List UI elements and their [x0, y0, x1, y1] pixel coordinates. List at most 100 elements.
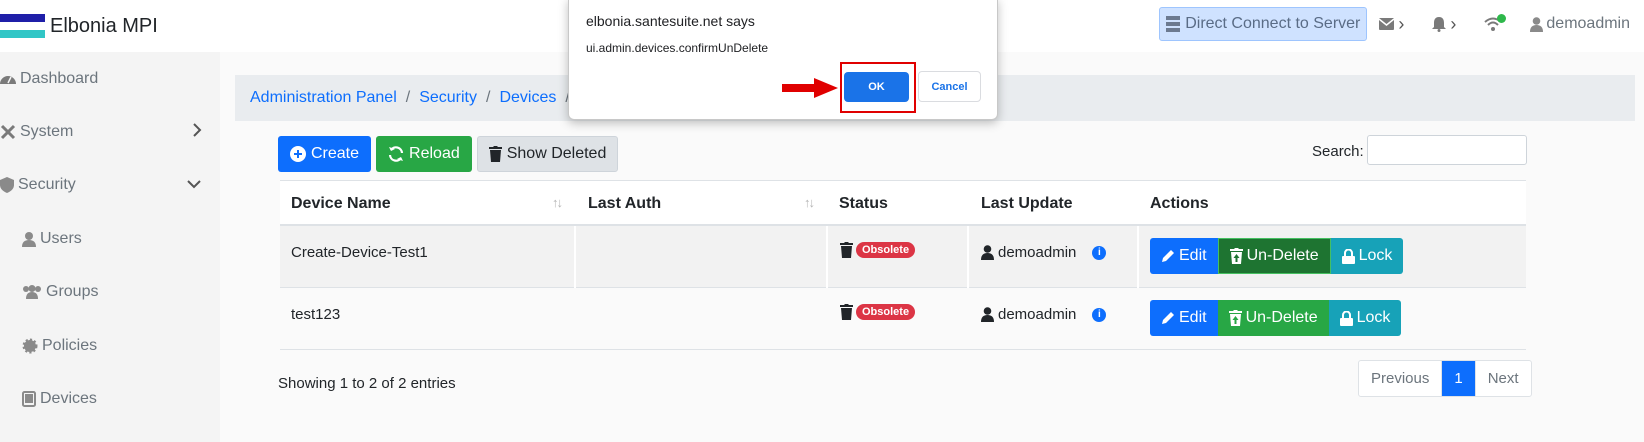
undelete-button[interactable]: Un-Delete — [1217, 300, 1329, 336]
lock-label: Lock — [1356, 309, 1391, 326]
sidebar-item-dashboard[interactable]: Dashboard — [0, 64, 220, 94]
undelete-label: Un-Delete — [1245, 309, 1318, 326]
sidebar-item-security[interactable]: Security — [0, 170, 220, 200]
device-name-cell: Create-Device-Test1 — [291, 244, 428, 261]
pagination-page[interactable]: 1 — [1441, 361, 1475, 396]
online-indicator — [1497, 14, 1507, 23]
trash-icon — [840, 304, 853, 320]
pagination-next[interactable]: Next — [1474, 361, 1531, 396]
sidebar-item-users[interactable]: Users — [0, 224, 220, 254]
chevron-right-icon — [192, 122, 206, 143]
lock-button[interactable]: Lock — [1330, 238, 1404, 274]
server-icon — [1166, 16, 1181, 32]
highlight-box — [840, 62, 916, 113]
brand[interactable]: Elbonia MPI — [0, 14, 158, 38]
sidebar-item-label: Policies — [42, 337, 98, 354]
notifications-menu[interactable]: › — [1432, 14, 1456, 35]
messages-menu[interactable]: › — [1379, 14, 1404, 35]
red-arrow-icon — [782, 78, 838, 98]
undelete-label: Un-Delete — [1246, 247, 1319, 264]
search-input[interactable] — [1367, 135, 1527, 165]
breadcrumb-separator: / — [486, 89, 491, 106]
sidebar-item-devices[interactable]: Devices — [0, 384, 220, 414]
dialog-title: elbonia.santesuite.net says — [586, 13, 755, 29]
create-label: Create — [311, 145, 360, 162]
flag-logo — [0, 14, 45, 38]
lock-button[interactable]: Lock — [1328, 300, 1402, 336]
pagination: Previous 1 Next — [1358, 360, 1532, 397]
table-row: test123 Obsolete demoadmin i Edit Un-Del… — [280, 288, 1526, 350]
undelete-button[interactable]: Un-Delete — [1217, 238, 1331, 274]
chevron-right-icon: › — [1398, 13, 1405, 34]
last-update-user: demoadmin — [998, 306, 1077, 323]
show-deleted-label: Show Deleted — [506, 145, 607, 162]
create-button[interactable]: Create — [278, 136, 372, 172]
dialog-message: ui.admin.devices.confirmUnDelete — [586, 41, 769, 55]
last-update-cell: demoadmin i — [981, 244, 1107, 261]
sidebar-item-label: Devices — [40, 390, 97, 407]
sidebar-item-label: Dashboard — [20, 70, 99, 87]
user-menu[interactable]: demoadmin — [1530, 15, 1630, 33]
info-icon[interactable]: i — [1092, 307, 1107, 322]
sidebar-item-label: Users — [40, 230, 82, 247]
info-icon[interactable]: i — [1092, 245, 1107, 260]
reload-label: Reload — [409, 145, 460, 162]
reload-button[interactable]: Reload — [376, 136, 472, 172]
sidebar-item-label: System — [20, 123, 74, 140]
users-icon — [23, 285, 41, 299]
last-update-user: demoadmin — [998, 244, 1077, 261]
lock-label: Lock — [1358, 247, 1393, 264]
search-label: Search: — [1312, 143, 1364, 160]
sort-icon[interactable]: ↑↓ — [804, 195, 815, 210]
trash-restore-icon — [1229, 248, 1243, 264]
dashboard-icon — [0, 76, 16, 84]
trash-icon — [840, 242, 853, 258]
breadcrumb-administration-panel[interactable]: Administration Panel — [250, 89, 397, 107]
show-deleted-button[interactable]: Show Deleted — [476, 136, 619, 172]
row-actions: Edit Un-Delete Lock — [1150, 238, 1404, 274]
breadcrumb-devices[interactable]: Devices — [499, 89, 556, 107]
table-row: Create-Device-Test1 Obsolete demoadmin i… — [280, 226, 1526, 288]
breadcrumb-separator: / — [405, 89, 411, 106]
pagination-previous[interactable]: Previous — [1359, 361, 1441, 396]
tablet-icon — [22, 391, 36, 407]
user-icon — [981, 307, 994, 322]
lock-icon — [1339, 310, 1353, 326]
column-header-last-auth[interactable]: Last Auth — [588, 195, 661, 213]
dialog-cancel-button[interactable]: Cancel — [918, 71, 981, 102]
column-header-status: Status — [839, 195, 888, 212]
sidebar-item-groups[interactable]: Groups — [0, 277, 220, 307]
breadcrumb-security[interactable]: Security — [419, 89, 477, 107]
user-icon — [981, 245, 994, 260]
row-actions: Edit Un-Delete Lock — [1150, 300, 1402, 336]
direct-connect-label: Direct Connect to Server — [1185, 15, 1361, 32]
confirm-dialog: elbonia.santesuite.net says ui.admin.dev… — [568, 0, 998, 120]
chevron-down-icon — [186, 176, 206, 194]
devices-table: Device Name ↑↓ Last Auth ↑↓ Status Last … — [280, 180, 1526, 350]
device-name-cell: test123 — [291, 306, 341, 323]
showing-entries-text: Showing 1 to 2 of 2 entries — [278, 375, 456, 392]
trash-restore-icon — [1228, 310, 1242, 326]
user-icon — [22, 231, 36, 247]
toolbar: Create Reload Show Deleted — [278, 136, 623, 172]
shield-icon — [0, 177, 14, 193]
trash-icon — [488, 146, 502, 162]
direct-connect-button[interactable]: Direct Connect to Server — [1159, 7, 1368, 41]
edit-button[interactable]: Edit — [1150, 238, 1218, 274]
edit-label: Edit — [1179, 247, 1207, 264]
edit-label: Edit — [1179, 309, 1207, 326]
sync-icon — [388, 146, 404, 162]
sort-icon[interactable]: ↑↓ — [552, 195, 563, 210]
user-name: demoadmin — [1546, 15, 1630, 32]
user-icon — [1530, 16, 1544, 32]
edit-button[interactable]: Edit — [1150, 300, 1218, 336]
status-cell: Obsolete — [840, 304, 916, 320]
sidebar-item-policies[interactable]: Policies — [0, 331, 220, 361]
tools-icon — [0, 124, 16, 140]
plus-circle-icon — [290, 146, 306, 162]
sidebar-item-label: Groups — [46, 283, 99, 300]
pencil-icon — [1162, 312, 1174, 324]
connection-status[interactable] — [1484, 14, 1507, 31]
sidebar-item-system[interactable]: System — [0, 117, 220, 147]
column-header-device-name[interactable]: Device Name — [291, 195, 391, 213]
